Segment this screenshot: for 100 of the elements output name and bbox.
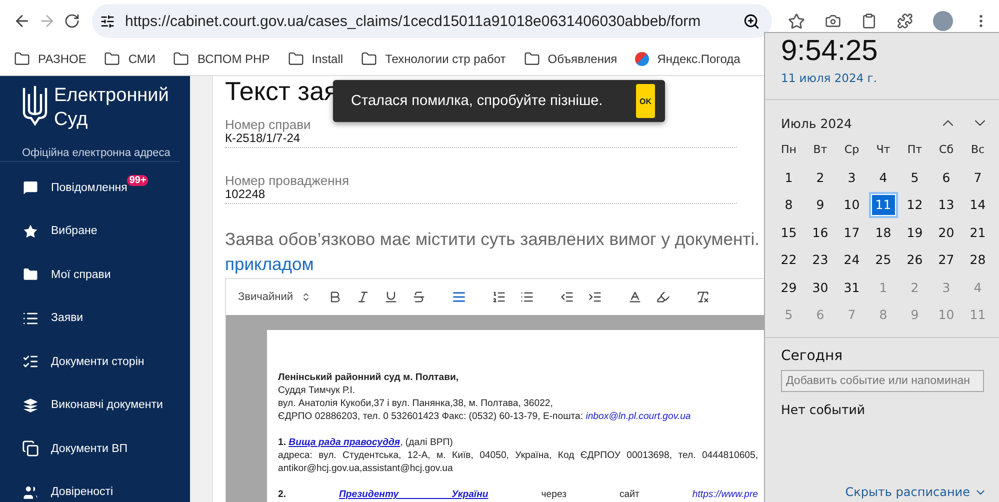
folder-icon — [22, 266, 39, 284]
calendar-day[interactable]: 12 — [900, 192, 930, 218]
no-events-text: Нет событий — [780, 400, 866, 418]
bookmark[interactable]: Технологии стр работ — [361, 50, 506, 66]
calendar-day[interactable]: 7 — [963, 164, 992, 190]
calendar-day[interactable]: 4 — [868, 164, 898, 190]
count-badge: 99+ — [127, 174, 148, 186]
document-paragraph: 2. Президенту України через сайт https://www.pre — [278, 488, 758, 501]
numbered-list-icon — [492, 290, 506, 304]
logo-subtitle: Офіційна електронна адреса — [22, 147, 170, 160]
document-paragraph: Ленінський районний суд м. Полтави, — [278, 371, 460, 384]
calendar-day[interactable]: 19 — [900, 220, 930, 245]
bookmark[interactable]: Объявления — [524, 50, 618, 66]
document-paragraph: Суддя Тимчук Р.І. — [278, 384, 356, 397]
calendar-day[interactable]: 24 — [837, 247, 866, 272]
month-title[interactable]: Июль 2024 — [781, 116, 925, 130]
calendar-day[interactable]: 8 — [774, 192, 804, 218]
outdent-icon — [560, 290, 574, 304]
field-label: Номер справи — [225, 118, 312, 132]
document-link[interactable]: Президенту України — [339, 489, 488, 500]
profile-avatar[interactable] — [932, 11, 953, 31]
weekday-label: Вс — [970, 142, 986, 158]
calendar-day[interactable]: 15 — [774, 220, 804, 245]
nav-item[interactable]: Заяви — [0, 296, 190, 340]
folder-icon — [104, 50, 120, 66]
calendar-day[interactable]: 27 — [932, 247, 961, 272]
bookmark[interactable]: Install — [288, 50, 344, 66]
style-select[interactable]: Звичайний — [238, 291, 311, 303]
document-link[interactable]: Вища рада правосуддя — [288, 437, 400, 448]
document-link[interactable]: inbox@ln.pl.court.gov.ua — [586, 411, 691, 422]
bullet-list-icon — [520, 290, 534, 304]
indent-icon — [588, 290, 602, 304]
folder-icon — [361, 50, 378, 66]
calendar-day[interactable]: 2 — [806, 164, 835, 190]
calendar-day[interactable]: 26 — [900, 247, 930, 272]
bookmark-star-icon[interactable] — [788, 12, 805, 30]
calendar-day[interactable]: 10 — [837, 192, 866, 218]
example-link[interactable]: прикладом — [225, 252, 314, 276]
bookmark[interactable]: Яндекс.Погода — [635, 52, 740, 66]
calendar-day[interactable]: 3 — [837, 164, 866, 190]
calendar-day[interactable]: 22 — [774, 247, 804, 272]
ok-button[interactable]: OK — [636, 84, 655, 118]
bookmark[interactable]: РАЗНОЕ — [14, 50, 86, 66]
weekday-label: Пт — [906, 142, 924, 158]
bold-icon — [328, 290, 342, 304]
nav-item[interactable]: Документи сторін — [0, 340, 190, 384]
calendar-day[interactable]: 25 — [868, 247, 898, 272]
calendar-day[interactable]: 13 — [932, 192, 961, 218]
nav-item[interactable]: Виконавчі документи — [0, 384, 190, 427]
clear-format-icon — [696, 290, 710, 304]
field-value: 102248 — [225, 188, 266, 201]
weekday-label: Пн — [780, 142, 798, 158]
logo-title: Електронний Суд — [54, 84, 170, 132]
calendar-day[interactable]: 9 — [806, 192, 835, 218]
calendar-day[interactable]: 30 — [806, 274, 835, 300]
nav-item[interactable]: Довіреності — [0, 470, 190, 502]
document-link[interactable]: https://www.pre — [692, 489, 758, 500]
weekday-label: Чт — [875, 142, 892, 158]
calendar-day[interactable]: 14 — [963, 192, 992, 218]
folder-icon — [524, 50, 540, 66]
site-info-icon[interactable] — [100, 14, 115, 28]
extension-icon[interactable] — [860, 13, 877, 29]
calendar-day[interactable]: 20 — [932, 220, 961, 245]
zoom-icon[interactable] — [742, 12, 760, 30]
calendar-day[interactable]: 1 — [774, 164, 804, 190]
weekday-label: Вт — [812, 142, 828, 158]
nav-item[interactable]: Вибране — [0, 210, 190, 253]
calendar-day[interactable]: 29 — [774, 274, 804, 300]
bookmark[interactable]: ВСПОМ PHP — [173, 50, 270, 66]
layers-icon — [22, 396, 39, 414]
address-bar[interactable]: https://cabinet.court.gov.ua/cases_claims/1cecd15011a91018e0631406030abbeb/form — [92, 4, 772, 38]
calendar-day[interactable]: 28 — [963, 247, 992, 272]
document-paragraph: antikor@hcj.gov.ua,assistant@hcj.gov.ua — [278, 462, 454, 475]
document-paragraph: 1. Вища рада правосуддя, (далі ВРП) — [278, 436, 454, 449]
event-input-field[interactable]: Добавить событие или напоминан — [781, 370, 984, 392]
calendar-day[interactable]: 23 — [806, 247, 835, 272]
calendar-day[interactable]: 6 — [932, 164, 961, 190]
bookmark[interactable]: СМИ — [104, 50, 156, 66]
calendar-day[interactable]: 17 — [837, 220, 866, 245]
extension-icon[interactable] — [824, 13, 841, 29]
calendar-day[interactable]: 31 — [837, 274, 866, 300]
instruction-text: Заява обов’язково має містити суть заявлених вимог у документі. — [225, 228, 760, 251]
calendar-day[interactable]: 5 — [900, 164, 930, 190]
nav-item[interactable]: Мої справи — [0, 253, 190, 296]
current-date-link[interactable]: 11 июля 2024 г. — [765, 71, 999, 99]
folder-icon — [14, 50, 30, 66]
strikethrough-icon — [412, 290, 426, 304]
reload-icon — [64, 13, 80, 29]
message-icon — [22, 179, 39, 196]
calendar-day[interactable]: 21 — [963, 220, 992, 245]
calendar-day[interactable]: 11 — [868, 192, 898, 218]
nav-item[interactable]: Документи ВП — [0, 427, 190, 470]
extensions-icon[interactable] — [896, 13, 913, 29]
calendar-day[interactable]: 18 — [868, 220, 898, 245]
copy-icon — [22, 440, 39, 458]
document-paragraph: ЄДРПО 02886203, тел. 0 532601423 Факс: (0532) 60-13-79, Е-пошта: inbox@ln.pl.court.gov.ua — [278, 410, 692, 423]
today-heading: Сегодня — [780, 346, 844, 366]
updown-caret-icon — [301, 292, 311, 302]
calendar-day[interactable]: 16 — [806, 220, 835, 245]
hide-schedule-link[interactable]: Скрыть расписание — [845, 485, 999, 502]
